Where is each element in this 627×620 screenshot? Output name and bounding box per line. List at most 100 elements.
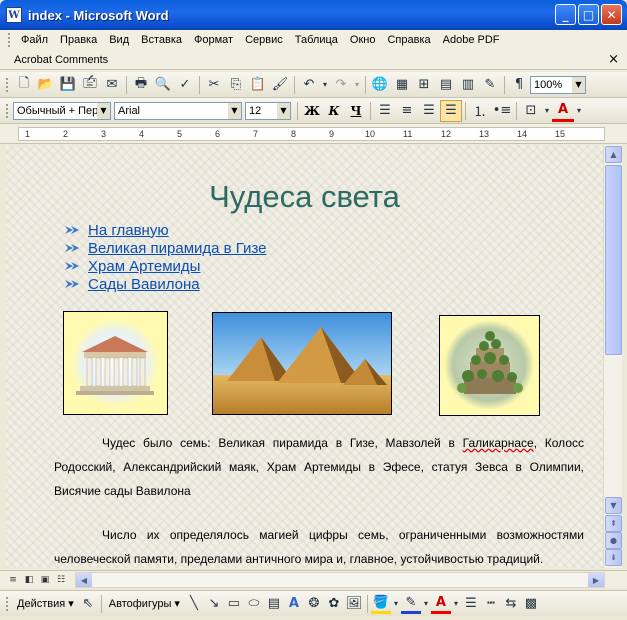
chevron-down-icon[interactable]: ▼ [277,102,290,119]
copy-icon[interactable]: ⎘ [225,74,247,96]
menu-file[interactable]: Файл [15,34,54,46]
borders-icon[interactable]: ⊡ [520,100,542,122]
scroll-thumb[interactable] [605,165,622,355]
line-color-icon[interactable]: ✎ [400,594,421,614]
spelling-icon[interactable]: ✓ [174,74,196,96]
dash-style-icon[interactable]: ┅ [481,594,501,614]
menu-tools[interactable]: Сервис [239,34,289,46]
paste-icon[interactable]: 📋 [247,74,269,96]
hanging-gardens-image[interactable] [439,315,540,416]
format-painter-icon[interactable]: 🖌 [269,74,291,96]
draw-actions-menu[interactable]: Действия ▾ [13,597,78,610]
next-page-button[interactable]: ⇟ [605,549,622,566]
underline-button[interactable]: Ч [345,100,367,122]
open-folder-icon[interactable]: 📂 [35,74,57,96]
wordart-icon[interactable]: A [284,594,304,614]
email-icon[interactable]: ✉ [101,74,123,96]
align-left-icon[interactable]: ☰ [374,100,396,122]
bullets-icon[interactable]: •≡ [491,100,513,122]
new-document-icon[interactable]: 🗋 [13,74,35,96]
outline-view-icon[interactable]: ☷ [54,573,68,587]
cut-icon[interactable]: ✂ [203,74,225,96]
chevron-down-icon[interactable]: ▼ [228,102,241,119]
temple-artemis-image[interactable] [63,311,168,415]
align-center-icon[interactable]: ≡ [396,100,418,122]
misspelled-word[interactable]: Галикарнасе [463,436,534,450]
save-icon[interactable]: 💾 [57,74,79,96]
columns-icon[interactable]: ▥ [457,74,479,96]
shadow-style-icon[interactable]: ▩ [521,594,541,614]
toolbar-grip[interactable] [6,596,9,611]
link-gardens-babylon[interactable]: Сады Вавилона [88,276,200,293]
menu-acrobat-comments[interactable]: Acrobat Comments [8,54,114,66]
word-app-icon[interactable]: W [6,7,22,23]
scroll-down-button[interactable]: ▼ [605,497,622,514]
insert-picture-icon[interactable]: 🖼 [344,594,364,614]
paragraph-number-seven[interactable]: Число их определялось магией цифры семь,… [54,523,584,568]
chevron-down-icon[interactable]: ▼ [97,102,110,119]
fill-color-dropdown-icon[interactable]: ▾ [391,594,401,614]
fill-color-icon[interactable]: 🪣 [370,594,391,614]
align-right-icon[interactable]: ☰ [418,100,440,122]
horizontal-ruler[interactable]: 1 2 3 4 5 6 7 8 9 10 11 12 13 14 15 [0,124,627,144]
scroll-left-button[interactable]: ◀ [76,573,92,587]
link-pyramid[interactable]: Великая пирамида в Гизе [88,240,267,257]
bold-button[interactable]: Ж [301,100,323,122]
document-close-icon[interactable]: × [608,52,619,67]
line-color-dropdown-icon[interactable]: ▾ [421,594,431,614]
text-box-icon[interactable]: ▤ [264,594,284,614]
menu-window[interactable]: Окно [344,34,382,46]
draw-font-color-dropdown-icon[interactable]: ▾ [451,594,461,614]
font-select[interactable]: Arial ▼ [114,101,242,120]
toolbar-grip[interactable] [6,77,9,92]
print-icon[interactable]: 🖶 [130,74,152,96]
link-home[interactable]: На главную [88,222,169,239]
normal-view-icon[interactable]: ≡ [6,573,20,587]
maximize-button[interactable]: □ [578,4,599,25]
menu-edit[interactable]: Правка [54,34,103,46]
permission-icon[interactable]: 🖆 [79,74,101,96]
redo-dropdown-icon[interactable]: ▾ [352,74,362,96]
justify-icon[interactable]: ☰ [440,99,462,122]
hyperlink-icon[interactable]: 🌐 [369,74,391,96]
undo-icon[interactable]: ↶ [298,74,320,96]
previous-page-button[interactable]: ⇞ [605,515,622,532]
document-page[interactable]: Чудеса света На главную Великая пирамида… [6,145,603,568]
line-style-icon[interactable]: ☰ [461,594,481,614]
toolbar-grip[interactable] [6,103,9,118]
menu-help[interactable]: Справка [381,34,436,46]
scroll-up-button[interactable]: ▲ [605,146,622,163]
scroll-right-button[interactable]: ▶ [588,573,604,587]
font-color-icon[interactable]: A [552,100,574,122]
print-preview-icon[interactable]: 🔍 [152,74,174,96]
draw-font-color-icon[interactable]: A [430,594,451,614]
show-formatting-icon[interactable]: ¶ [508,74,530,96]
insert-table-icon[interactable]: ⊞ [413,74,435,96]
undo-dropdown-icon[interactable]: ▾ [320,74,330,96]
insert-excel-icon[interactable]: ▤ [435,74,457,96]
clip-art-icon[interactable]: ✿ [324,594,344,614]
select-browse-object-button[interactable]: ● [605,532,622,549]
numbering-icon[interactable]: ⒈ [469,100,491,122]
menu-table[interactable]: Таблица [289,34,344,46]
font-size-select[interactable]: 12 ▼ [245,101,291,120]
rectangle-icon[interactable]: ▭ [224,594,244,614]
web-layout-view-icon[interactable]: ◧ [22,573,36,587]
zoom-select[interactable]: 100% ▼ [530,75,586,94]
arrow-style-icon[interactable]: ⇆ [501,594,521,614]
redo-icon[interactable]: ↷ [330,74,352,96]
drawing-icon[interactable]: ✎ [479,74,501,96]
font-color-dropdown-icon[interactable]: ▾ [574,100,584,122]
menu-format[interactable]: Формат [188,34,239,46]
tables-borders-icon[interactable]: ▦ [391,74,413,96]
horizontal-scrollbar[interactable]: ◀ ▶ [75,572,605,588]
diagram-icon[interactable]: ❂ [304,594,324,614]
select-objects-icon[interactable]: ⇖ [78,594,98,614]
borders-dropdown-icon[interactable]: ▾ [542,100,552,122]
italic-button[interactable]: К [323,100,345,122]
link-temple-artemis[interactable]: Храм Артемиды [88,258,200,275]
arrow-icon[interactable]: ↘ [204,594,224,614]
autoshapes-menu[interactable]: Автофигуры ▾ [105,597,184,610]
print-layout-view-icon[interactable]: ▣ [38,573,52,587]
toolbar-grip[interactable] [8,33,11,47]
